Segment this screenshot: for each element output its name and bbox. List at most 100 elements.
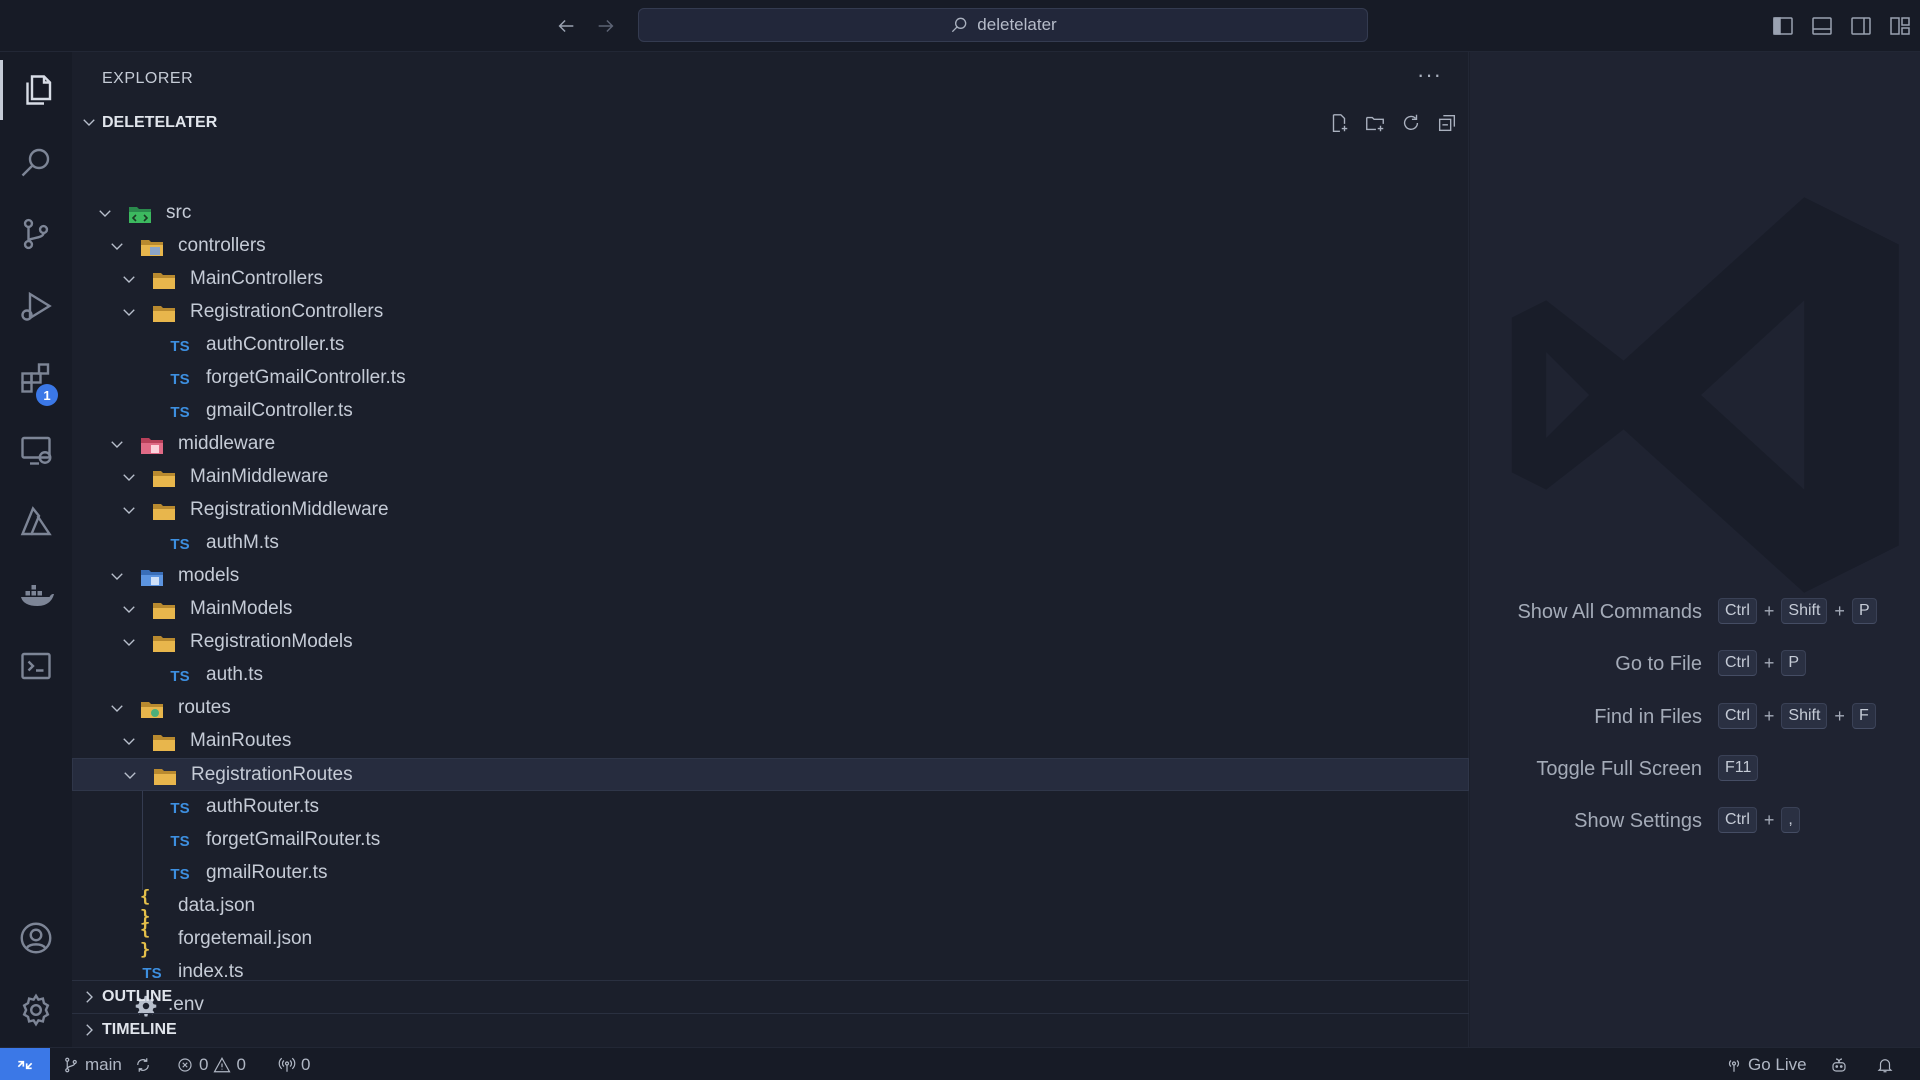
workspace-root-label: DELETELATER xyxy=(102,114,218,131)
search-icon[interactable] xyxy=(0,132,72,192)
tree-item-label: RegistrationRoutes xyxy=(191,764,353,785)
tree-folder-row[interactable]: RegistrationRoutes xyxy=(72,758,1469,791)
editor-area: Show All Commands Ctrl + Shift + P Go to File C… xyxy=(1470,52,1920,1047)
typescript-file-icon: TS xyxy=(170,865,190,883)
tree-file-row[interactable]: TS auth.ts xyxy=(72,659,1469,692)
remote-explorer-icon[interactable] xyxy=(0,420,72,480)
tree-folder-row[interactable]: MainControllers xyxy=(72,263,1469,296)
tree-folder-row[interactable]: RegistrationControllers xyxy=(72,296,1469,329)
tree-folder-row[interactable]: RegistrationModels xyxy=(72,626,1469,659)
chevron-down-icon xyxy=(120,468,138,492)
toggle-panel-icon[interactable] xyxy=(1810,14,1834,38)
go-live-button[interactable]: Go Live xyxy=(1725,1048,1807,1080)
chevron-down-icon xyxy=(120,732,138,756)
tree-folder-row[interactable]: RegistrationMiddleware xyxy=(72,494,1469,527)
tree-file-row[interactable]: TS authController.ts xyxy=(72,329,1469,362)
more-actions-icon[interactable]: ··· xyxy=(1417,62,1442,88)
copilot-icon[interactable] xyxy=(1830,1048,1848,1080)
tree-file-row[interactable]: TS authM.ts xyxy=(72,527,1469,560)
chevron-down-icon xyxy=(108,237,126,261)
indent-guide xyxy=(142,791,143,890)
chevron-down-icon xyxy=(120,303,138,327)
new-folder-icon[interactable] xyxy=(1364,112,1388,134)
json-file-icon: { } xyxy=(140,887,151,927)
typescript-file-icon: TS xyxy=(170,832,190,850)
chevron-down-icon xyxy=(108,699,126,723)
warning-icon xyxy=(213,1056,231,1072)
problems-indicator[interactable]: 0 0 xyxy=(176,1048,246,1080)
refresh-explorer-icon[interactable] xyxy=(1400,112,1424,134)
folder-icon xyxy=(152,500,176,522)
tree-file-row[interactable]: TS forgetGmailController.ts xyxy=(72,362,1469,395)
folder-icon xyxy=(128,203,152,225)
tree-folder-row[interactable]: controllers xyxy=(72,230,1469,263)
typescript-file-icon: TS xyxy=(170,370,190,388)
manage-gear-icon[interactable] xyxy=(0,980,72,1040)
ports-indicator[interactable]: 0 xyxy=(278,1048,310,1080)
tree-item-label: RegistrationControllers xyxy=(190,301,384,322)
tree-folder-row[interactable]: models xyxy=(72,560,1469,593)
tree-item-label: gmailRouter.ts xyxy=(206,862,328,883)
terminal-icon[interactable] xyxy=(0,636,72,696)
run-and-debug-icon[interactable] xyxy=(0,276,72,336)
collapse-folders-icon[interactable] xyxy=(1436,112,1460,134)
tree-folder-row[interactable]: MainRoutes xyxy=(72,725,1469,758)
tree-folder-row[interactable]: routes xyxy=(72,692,1469,725)
tree-file-row[interactable]: TS gmailController.ts xyxy=(72,395,1469,428)
tree-folder-row[interactable]: src xyxy=(72,197,1469,230)
tree-item-label: forgetGmailController.ts xyxy=(206,367,406,388)
folder-icon xyxy=(140,236,164,258)
key-plus: + xyxy=(1763,809,1775,830)
shortcut-label: Toggle Full Screen xyxy=(1536,758,1702,780)
search-icon xyxy=(952,17,967,33)
tree-folder-row[interactable]: MainMiddleware xyxy=(72,461,1469,494)
docker-icon[interactable] xyxy=(0,564,72,624)
toggle-primary-sidebar-icon[interactable] xyxy=(1771,14,1795,38)
tree-folder-row[interactable]: MainModels xyxy=(72,593,1469,626)
tree-item-label: MainRoutes xyxy=(190,730,292,751)
accounts-icon[interactable] xyxy=(0,908,72,968)
chevron-down-icon xyxy=(120,633,138,657)
source-control-icon[interactable] xyxy=(0,204,72,264)
tree-item-label: controllers xyxy=(178,235,266,256)
workspace-root-header[interactable]: DELETELATER xyxy=(72,108,1469,138)
tree-item-label: authM.ts xyxy=(206,532,279,553)
keycap: P xyxy=(1851,598,1877,624)
shortcut-hint: Find in Files Ctrl + Shift + F xyxy=(1470,703,1920,733)
shortcut-keys: Ctrl + Shift + P xyxy=(1718,598,1877,624)
chevron-down-icon xyxy=(120,270,138,294)
back-arrow-icon[interactable] xyxy=(552,12,580,40)
tree-file-row[interactable]: { } forgetemail.json xyxy=(72,920,1469,960)
sync-icon[interactable] xyxy=(134,1048,152,1080)
notifications-bell-icon[interactable] xyxy=(1876,1048,1894,1080)
tree-file-row[interactable]: TS authRouter.ts xyxy=(72,791,1469,824)
azure-icon[interactable] xyxy=(0,492,72,552)
forward-arrow-icon[interactable] xyxy=(592,12,620,40)
explorer-icon[interactable] xyxy=(0,60,72,120)
typescript-file-icon: TS xyxy=(170,535,190,553)
broadcast-icon xyxy=(1728,1059,1740,1072)
extensions-icon[interactable]: 1 xyxy=(0,348,72,408)
outline-section-header[interactable]: OUTLINE xyxy=(72,980,1469,1013)
tree-item-label: auth.ts xyxy=(206,664,264,685)
tree-file-row[interactable]: TS forgetGmailRouter.ts xyxy=(72,824,1469,857)
timeline-section-header[interactable]: TIMELINE xyxy=(72,1013,1469,1046)
keycap: , xyxy=(1781,807,1800,833)
new-file-icon[interactable] xyxy=(1328,112,1352,134)
command-center-search[interactable]: deletelater xyxy=(638,8,1368,42)
tree-item-label: data.json xyxy=(178,895,256,916)
customize-layout-icon[interactable] xyxy=(1888,14,1912,38)
tree-folder-row[interactable]: middleware xyxy=(72,428,1469,461)
chevron-down-icon xyxy=(96,204,114,228)
tree-item-label: MainModels xyxy=(190,598,293,619)
toggle-secondary-sidebar-icon[interactable] xyxy=(1849,14,1873,38)
branch-indicator[interactable]: main xyxy=(62,1048,122,1080)
tree-item-label: models xyxy=(178,565,240,586)
remote-indicator[interactable] xyxy=(0,1048,50,1080)
tree-file-row[interactable]: { } data.json xyxy=(72,887,1469,927)
tree-item-label: routes xyxy=(178,697,231,718)
folder-icon xyxy=(152,467,176,489)
tree-file-row[interactable]: TS gmailRouter.ts xyxy=(72,857,1469,890)
branch-name: main xyxy=(85,1054,122,1074)
keycap: Ctrl xyxy=(1718,807,1757,833)
